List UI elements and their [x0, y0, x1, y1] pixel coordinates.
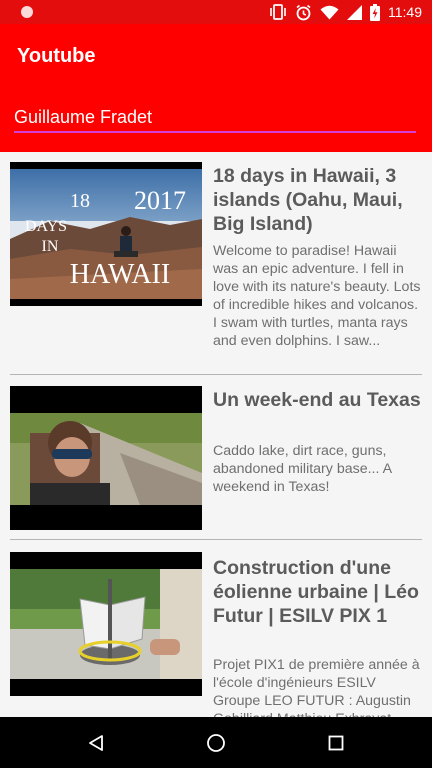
- battery-charging-icon: [370, 3, 380, 21]
- video-description: Projet PIX1 de première année à l'école …: [213, 657, 420, 717]
- video-title[interactable]: 18 days in Hawaii, 3 islands (Oahu, Maui…: [213, 164, 422, 236]
- home-icon[interactable]: [204, 731, 228, 755]
- video-description: Caddo lake, dirt race, guns, abandoned m…: [213, 443, 392, 495]
- list-divider: [10, 539, 422, 540]
- thumbnail-overlay-text: IN: [42, 238, 59, 255]
- wind-turbine-thumbnail-image: [10, 569, 202, 679]
- recents-icon[interactable]: [324, 731, 348, 755]
- video-item[interactable]: Un week-end au Texas Caddo lake, dirt ra…: [10, 386, 422, 530]
- search-area: [0, 86, 432, 152]
- alarm-icon: [295, 4, 312, 21]
- thumbnail-overlay-text: 2017: [134, 186, 186, 215]
- back-icon[interactable]: [84, 731, 108, 755]
- wifi-icon: [320, 5, 339, 20]
- signal-icon: [347, 4, 362, 20]
- video-item[interactable]: 18 2017 DAYS IN HAWAII 18 days in Hawaii…: [10, 162, 422, 349]
- video-thumbnail[interactable]: [10, 386, 202, 530]
- video-thumbnail[interactable]: 18 2017 DAYS IN HAWAII: [10, 162, 202, 306]
- app-title: Youtube: [17, 45, 96, 67]
- video-title[interactable]: Un week-end au Texas: [213, 388, 422, 412]
- notification-dot-icon: [21, 6, 33, 18]
- video-list[interactable]: 18 2017 DAYS IN HAWAII 18 days in Hawaii…: [0, 152, 432, 717]
- search-input[interactable]: [14, 103, 416, 133]
- video-thumbnail[interactable]: [10, 552, 202, 696]
- thumbnail-overlay-text: HAWAII: [70, 259, 170, 290]
- thumbnail-overlay-text: DAYS: [25, 218, 67, 235]
- clock-time: 11:49: [388, 4, 422, 20]
- vibrate-icon: [269, 4, 287, 20]
- video-title[interactable]: Construction d'une éolienne urbaine | Lé…: [213, 556, 422, 628]
- hawaii-thumbnail-image: 18 2017 DAYS IN HAWAII: [10, 169, 202, 299]
- status-icons: 11:49: [269, 3, 422, 21]
- navigation-bar: [0, 717, 432, 768]
- list-divider: [10, 374, 422, 375]
- video-item[interactable]: Construction d'une éolienne urbaine | Lé…: [10, 552, 422, 717]
- app-bar: Youtube: [0, 24, 432, 86]
- texas-thumbnail-image: [10, 413, 202, 505]
- status-bar: 11:49: [0, 0, 432, 24]
- video-description: Welcome to paradise! Hawaii was an epic …: [213, 243, 421, 349]
- thumbnail-overlay-text: 18: [70, 190, 90, 212]
